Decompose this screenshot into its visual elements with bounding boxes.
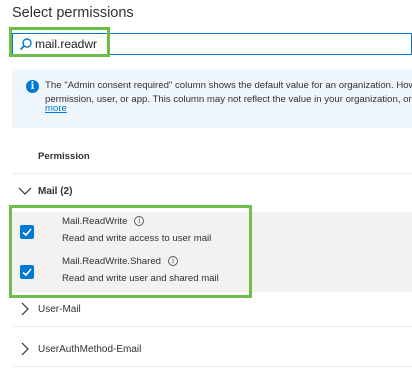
group-userauthmethod-email-toggle[interactable]: UserAuthMethod-Email [18, 340, 141, 358]
permission-name: Mail.ReadWrite [62, 216, 128, 227]
banner-text: The "Admin consent required" column show… [45, 79, 412, 107]
permission-name-row: Mail.ReadWrite i [62, 216, 145, 227]
info-banner: i The "Admin consent required" column sh… [12, 69, 412, 128]
checkmark-icon [22, 228, 32, 237]
group-user-mail-label: User-Mail [38, 303, 81, 315]
permission-checkbox[interactable] [20, 225, 34, 239]
info-icon[interactable]: i [168, 256, 179, 266]
header-divider [12, 173, 412, 174]
permission-column-header: Permission [38, 151, 90, 162]
group-mail-toggle[interactable]: Mail (2) [18, 182, 72, 200]
banner-line-2: permission, user, or app. This column ma… [45, 94, 412, 105]
info-icon[interactable]: i [134, 216, 145, 226]
banner-line-1: The "Admin consent required" column show… [45, 80, 412, 91]
group-user-mail-toggle[interactable]: User-Mail [18, 300, 81, 318]
row-divider [12, 366, 412, 367]
checkmark-icon [22, 268, 32, 277]
learn-more-link[interactable]: more [45, 103, 67, 114]
select-permissions-panel: Select permissions i The "Admin consent … [0, 0, 412, 375]
group-userauthmethod-email-label: UserAuthMethod-Email [38, 343, 142, 355]
row-divider [12, 326, 412, 327]
permission-row[interactable]: Mail.ReadWrite i Read and write access to… [12, 212, 412, 252]
permission-checkbox[interactable] [20, 265, 34, 279]
chevron-right-icon [21, 342, 29, 356]
permission-name-row: Mail.ReadWrite.Shared i [62, 256, 179, 267]
chevron-down-icon [18, 187, 32, 195]
chevron-right-icon [21, 302, 29, 316]
group-mail-label: Mail (2) [38, 185, 73, 197]
search-input[interactable] [35, 34, 335, 54]
info-icon: i [26, 80, 39, 93]
permission-name: Mail.ReadWrite.Shared [62, 256, 162, 267]
permission-description: Read and write access to user mail [62, 233, 212, 244]
search-icon [19, 38, 32, 51]
search-box[interactable] [12, 33, 412, 55]
permission-description: Read and write user and shared mail [62, 273, 219, 284]
panel-title: Select permissions [12, 5, 134, 21]
permission-row[interactable]: Mail.ReadWrite.Shared i Read and write us… [12, 252, 412, 292]
